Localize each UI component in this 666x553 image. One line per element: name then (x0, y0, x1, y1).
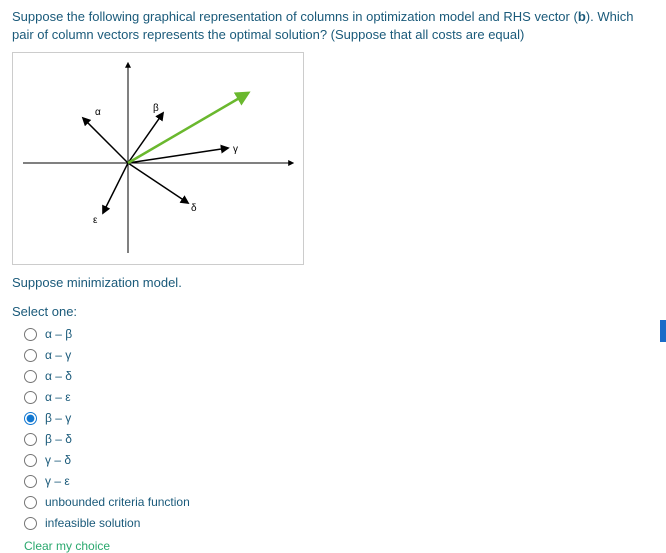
option-row[interactable]: β – γ (24, 409, 654, 427)
option-radio[interactable] (24, 370, 37, 383)
option-label: α – ε (45, 390, 71, 404)
option-radio[interactable] (24, 433, 37, 446)
option-radio[interactable] (24, 454, 37, 467)
option-row[interactable]: α – ε (24, 388, 654, 406)
vector-graph: α β γ δ ε (12, 52, 304, 265)
option-radio[interactable] (24, 349, 37, 362)
svg-text:δ: δ (191, 203, 197, 214)
select-one-label: Select one: (12, 304, 654, 319)
option-label: α – δ (45, 369, 72, 383)
clear-choice-link[interactable]: Clear my choice (24, 539, 110, 553)
option-label: β – γ (45, 411, 71, 425)
svg-text:β: β (153, 103, 159, 114)
options-group: α – β α – γ α – δ α – ε β – γ β – δ γ – δ γ – ε… (12, 325, 654, 532)
option-row[interactable]: β – δ (24, 430, 654, 448)
svg-text:α: α (95, 107, 101, 118)
option-row[interactable]: α – β (24, 325, 654, 343)
question-prefix: Suppose the following graphical represen… (12, 9, 578, 24)
option-label: β – δ (45, 432, 72, 446)
option-label: α – β (45, 327, 72, 341)
option-row[interactable]: α – γ (24, 346, 654, 364)
option-radio[interactable] (24, 475, 37, 488)
option-row[interactable]: γ – ε (24, 472, 654, 490)
option-row[interactable]: unbounded criteria function (24, 493, 654, 511)
option-label: γ – δ (45, 453, 71, 467)
option-row[interactable]: infeasible solution (24, 514, 654, 532)
option-label: α – γ (45, 348, 71, 362)
option-radio[interactable] (24, 328, 37, 341)
svg-text:γ: γ (233, 144, 238, 155)
option-label: infeasible solution (45, 516, 140, 530)
option-radio[interactable] (24, 391, 37, 404)
option-radio[interactable] (24, 517, 37, 530)
question-text: Suppose the following graphical represen… (12, 8, 654, 44)
option-label: unbounded criteria function (45, 495, 190, 509)
option-radio[interactable] (24, 412, 37, 425)
svg-text:ε: ε (93, 215, 98, 226)
model-subtext: Suppose minimization model. (12, 275, 654, 290)
option-row[interactable]: γ – δ (24, 451, 654, 469)
option-radio[interactable] (24, 496, 37, 509)
progress-marker (660, 320, 666, 342)
question-bold: b (578, 9, 586, 24)
option-row[interactable]: α – δ (24, 367, 654, 385)
option-label: γ – ε (45, 474, 70, 488)
